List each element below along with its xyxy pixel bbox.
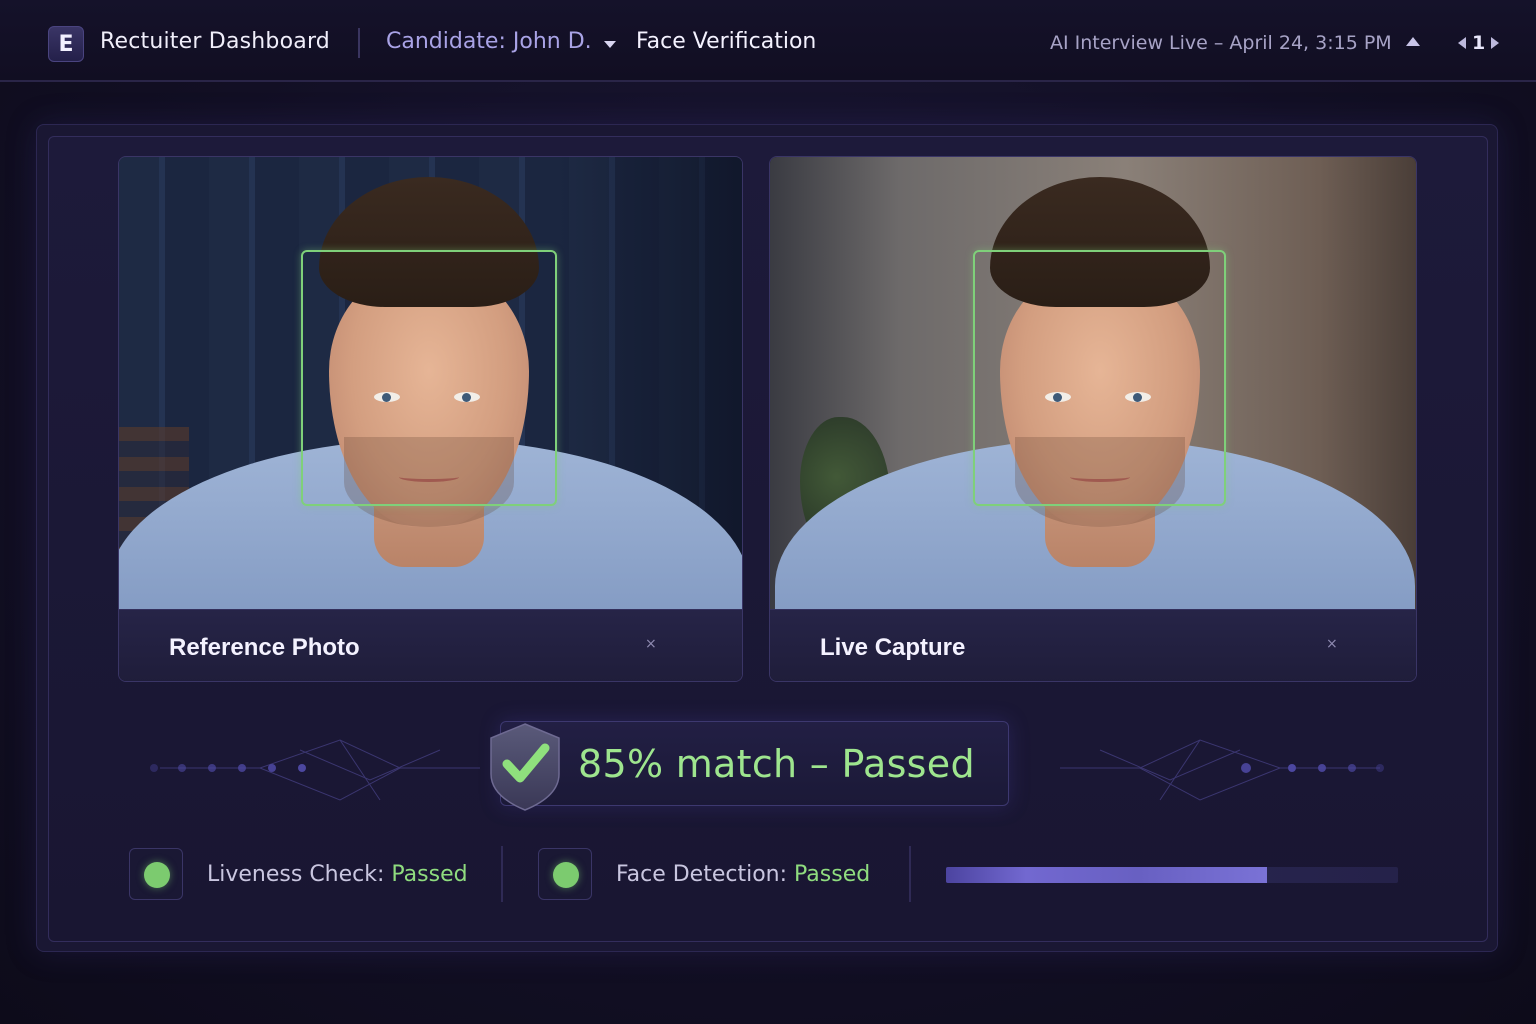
verification-progress-bar	[946, 867, 1398, 883]
live-capture-card[interactable]: Live Capture ×	[769, 156, 1417, 682]
pager: 1	[1458, 30, 1500, 56]
network-decoration-left	[150, 739, 480, 801]
face-detection-status: Face Detection: Passed	[616, 862, 870, 887]
candidate-selector[interactable]: Candidate: John D.	[386, 29, 592, 54]
status-dot-icon	[553, 862, 579, 888]
face-detection-label: Face Detection:	[616, 862, 795, 887]
network-decoration-right	[1060, 739, 1384, 801]
brand-logo-icon[interactable]: E	[48, 26, 84, 62]
live-capture-caption: Live Capture ×	[770, 609, 1416, 681]
liveness-check-status: Liveness Check: Passed	[207, 862, 468, 887]
interview-live-status: AI Interview Live – April 24, 3:15 PM	[1050, 32, 1392, 54]
status-divider	[909, 846, 911, 902]
liveness-check-label: Liveness Check:	[207, 862, 392, 887]
arrow-left-icon[interactable]	[1458, 37, 1466, 49]
liveness-check-value: Passed	[391, 862, 468, 887]
reference-photo-label: Reference Photo	[169, 634, 360, 661]
match-result-text: 85% match – Passed	[578, 742, 975, 786]
top-bar: E Rectuiter Dashboard Candidate: John D.…	[0, 0, 1536, 82]
liveness-status-indicator	[129, 848, 183, 900]
face-detection-box	[301, 250, 557, 506]
close-icon[interactable]: ×	[1326, 636, 1338, 652]
arrow-right-icon[interactable]	[1491, 37, 1500, 49]
face-detection-status-indicator	[538, 848, 592, 900]
live-capture-label: Live Capture	[820, 634, 966, 661]
header-divider	[358, 28, 360, 58]
page-title: Face Verification	[636, 29, 817, 54]
close-icon[interactable]: ×	[645, 636, 657, 652]
logo-letter: E	[58, 31, 74, 57]
page-number: 1	[1472, 32, 1486, 54]
status-dot-icon	[144, 862, 170, 888]
status-divider	[501, 846, 503, 902]
reference-photo	[119, 157, 742, 609]
live-capture-photo	[770, 157, 1416, 609]
chevron-up-icon[interactable]	[1406, 37, 1420, 46]
reference-photo-card[interactable]: Reference Photo ×	[118, 156, 743, 682]
app-title[interactable]: Rectuiter Dashboard	[100, 29, 330, 54]
reference-photo-caption: Reference Photo ×	[119, 609, 742, 681]
chevron-down-icon[interactable]	[604, 41, 616, 48]
face-detection-value: Passed	[794, 862, 871, 887]
verification-progress-fill	[946, 867, 1267, 883]
shield-check-icon	[490, 723, 560, 811]
face-detection-box	[973, 250, 1226, 506]
